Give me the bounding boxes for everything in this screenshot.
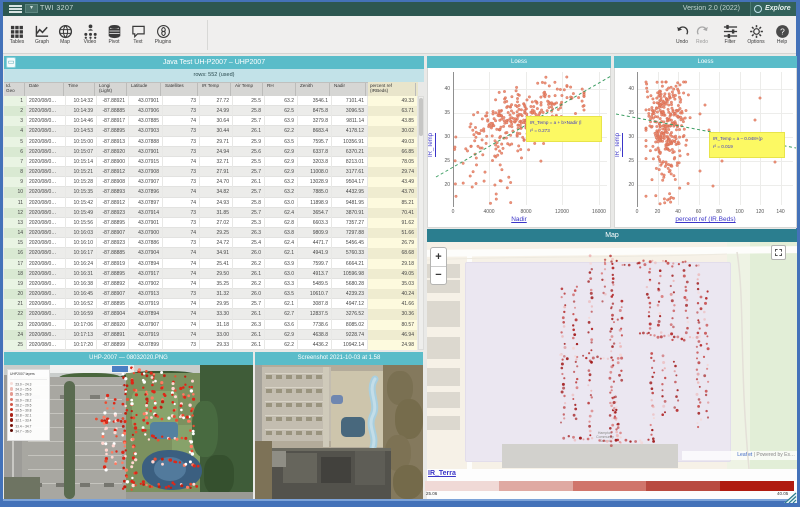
svg-text:?: ? <box>780 26 785 36</box>
